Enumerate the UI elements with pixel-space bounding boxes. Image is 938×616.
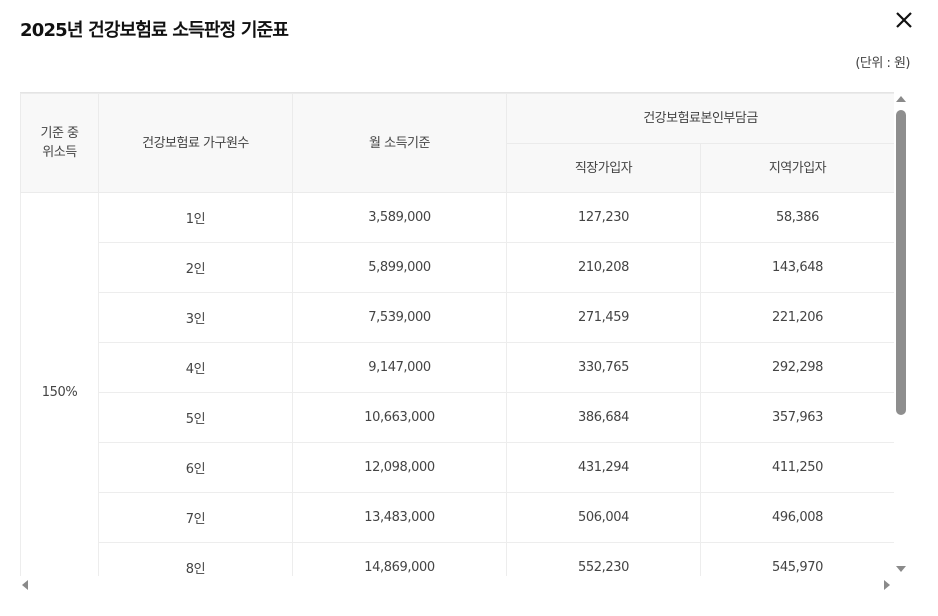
household-size-cell: 3인 — [98, 292, 293, 343]
employee-premium-cell: 506,004 — [506, 492, 701, 543]
scroll-left-icon[interactable] — [22, 580, 28, 590]
vertical-scroll-thumb[interactable] — [896, 110, 906, 415]
regional-premium-cell: 357,963 — [699, 392, 894, 443]
employee-premium-cell: 127,230 — [506, 192, 701, 243]
scroll-down-icon[interactable] — [896, 566, 906, 572]
employee-premium-cell: 552,230 — [506, 542, 701, 576]
table-row: 6인 12,098,000 431,294 411,250 — [21, 442, 894, 493]
regional-premium-cell: 292,298 — [699, 342, 894, 393]
monthly-income-cell: 7,539,000 — [292, 292, 507, 343]
monthly-income-cell: 9,147,000 — [292, 342, 507, 393]
header-employee: 직장가입자 — [506, 143, 701, 193]
household-size-cell: 2인 — [98, 242, 293, 293]
scroll-up-icon[interactable] — [896, 96, 906, 102]
header-median-income: 기준 중위소득 — [20, 93, 99, 193]
header-regional: 지역가입자 — [699, 143, 894, 193]
median-income-group-cell: 150% — [20, 192, 99, 576]
header-premium-group: 건강보험료본인부담금 — [505, 93, 894, 144]
employee-premium-cell: 210,208 — [506, 242, 701, 293]
household-size-cell: 8인 — [98, 542, 293, 576]
household-size-cell: 1인 — [98, 192, 293, 243]
household-size-cell: 4인 — [98, 342, 293, 393]
header-household-size: 건강보험료 가구원수 — [98, 93, 293, 193]
scroll-right-icon[interactable] — [884, 580, 890, 590]
dialog-title: 2025년 건강보험료 소득판정 기준표 — [20, 20, 289, 41]
monthly-income-cell: 5,899,000 — [292, 242, 507, 293]
header-monthly-income: 월 소득기준 — [292, 93, 507, 193]
table-row: 8인 14,869,000 552,230 545,970 — [21, 542, 894, 576]
regional-premium-cell: 221,206 — [699, 292, 894, 343]
unit-label: (단위 : 원) — [855, 56, 910, 71]
monthly-income-cell: 13,483,000 — [292, 492, 507, 543]
table-row: 7인 13,483,000 506,004 496,008 — [21, 492, 894, 543]
table-row: 3인 7,539,000 271,459 221,206 — [21, 292, 894, 343]
income-table-viewport[interactable]: 기준 중위소득 건강보험료 가구원수 월 소득기준 건강보험료본인부담금 직장가… — [20, 92, 894, 576]
regional-premium-cell: 496,008 — [699, 492, 894, 543]
monthly-income-cell: 12,098,000 — [292, 442, 507, 493]
household-size-cell: 7인 — [98, 492, 293, 543]
regional-premium-cell: 58,386 — [699, 192, 894, 243]
employee-premium-cell: 271,459 — [506, 292, 701, 343]
vertical-scrollbar[interactable] — [894, 92, 908, 576]
monthly-income-cell: 3,589,000 — [292, 192, 507, 243]
table-row: 5인 10,663,000 386,684 357,963 — [21, 392, 894, 443]
income-standard-table: 기준 중위소득 건강보험료 가구원수 월 소득기준 건강보험료본인부담금 직장가… — [20, 93, 894, 576]
close-icon[interactable] — [892, 8, 916, 32]
monthly-income-cell: 10,663,000 — [292, 392, 507, 443]
employee-premium-cell: 330,765 — [506, 342, 701, 393]
regional-premium-cell: 143,648 — [699, 242, 894, 293]
household-size-cell: 6인 — [98, 442, 293, 493]
table-row: 2인 5,899,000 210,208 143,648 — [21, 242, 894, 293]
table-row: 4인 9,147,000 330,765 292,298 — [21, 342, 894, 393]
employee-premium-cell: 431,294 — [506, 442, 701, 493]
horizontal-scrollbar[interactable] — [20, 576, 894, 592]
regional-premium-cell: 411,250 — [699, 442, 894, 493]
regional-premium-cell: 545,970 — [699, 542, 894, 576]
household-size-cell: 5인 — [98, 392, 293, 443]
monthly-income-cell: 14,869,000 — [292, 542, 507, 576]
employee-premium-cell: 386,684 — [506, 392, 701, 443]
table-row: 150% 1인 3,589,000 127,230 58,386 — [20, 192, 894, 576]
